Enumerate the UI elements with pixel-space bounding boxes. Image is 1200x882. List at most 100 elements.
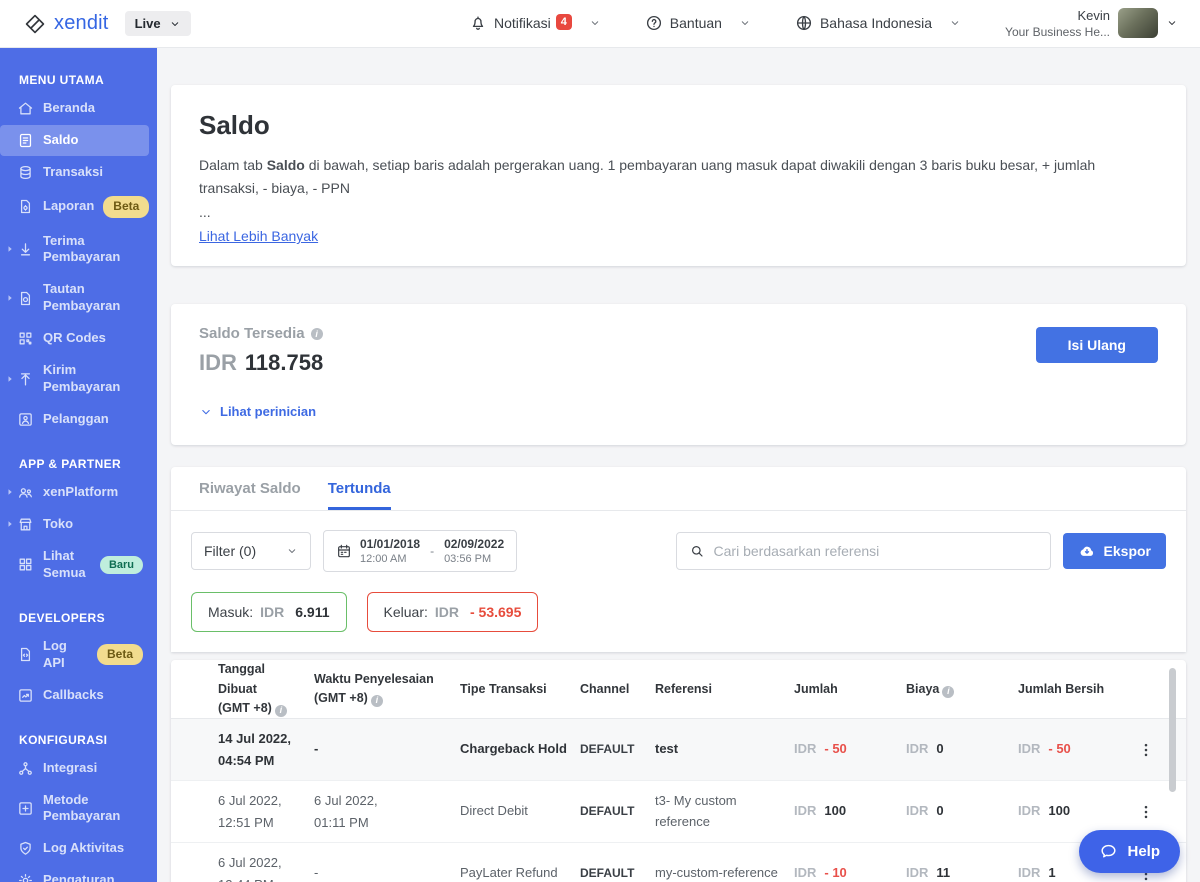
language-menu[interactable]: Bahasa Indonesia — [795, 14, 961, 32]
sidebar-item-pelanggan[interactable]: Pelanggan — [0, 404, 149, 435]
qr-code-icon — [17, 330, 34, 347]
sidebar-item-callbacks[interactable]: Callbacks — [0, 680, 149, 711]
balance-info: Saldo Tersedia i IDR118.758 Lihat perini… — [199, 325, 323, 419]
tab-riwayat-saldo[interactable]: Riwayat Saldo — [199, 467, 301, 510]
caret-right-icon — [4, 486, 16, 498]
channel-cell: DEFAULT — [580, 740, 655, 759]
net-cell: IDR100 — [1018, 801, 1121, 822]
page-title: Saldo — [199, 110, 1158, 141]
chat-bubble-icon — [1099, 842, 1118, 861]
globe-icon — [795, 14, 813, 32]
sidebar-item-log-aktivitas[interactable]: Log Aktivitas — [0, 833, 149, 864]
amount-cell: IDR- 10 — [794, 863, 906, 882]
info-icon[interactable]: i — [371, 695, 383, 707]
intro-ellipsis: ... — [199, 204, 1158, 220]
type-cell: PayLater Refund — [460, 863, 580, 882]
fee-cell: IDR0 — [906, 739, 1018, 760]
info-icon[interactable]: i — [942, 686, 954, 698]
saldo-intro-card: Saldo Dalam tab Saldo di bawah, setiap b… — [171, 85, 1186, 266]
chevron-down-icon — [199, 405, 213, 419]
environment-selector[interactable]: Live — [125, 11, 191, 36]
help-fab-button[interactable]: Help — [1079, 830, 1180, 873]
sidebar-item-kirim-pembayaran[interactable]: Kirim Pembayaran — [0, 355, 149, 403]
account-menu[interactable]: Kevin Your Business He... — [1005, 7, 1178, 41]
app-root: xendit Live Notifikasi 4 Bantuan Bahasa … — [0, 0, 1200, 882]
sidebar-item-saldo[interactable]: Saldo — [0, 125, 149, 156]
sidebar-item-transaksi[interactable]: Transaksi — [0, 157, 149, 188]
main-content: Saldo Dalam tab Saldo di bawah, setiap b… — [157, 48, 1200, 882]
balance-details-toggle[interactable]: Lihat perinician — [199, 404, 323, 419]
col-jumlah-bersih: Jumlah Bersih — [1018, 680, 1121, 699]
notifications-menu[interactable]: Notifikasi 4 — [469, 14, 601, 32]
cloud-download-icon — [1078, 542, 1096, 560]
sidebar-item-qr-codes[interactable]: QR Codes — [0, 323, 149, 354]
info-icon[interactable]: i — [311, 328, 323, 340]
callbacks-icon — [17, 687, 34, 704]
intro-description: Dalam tab Saldo di bawah, setiap baris a… — [199, 154, 1158, 200]
sidebar-item-tautan-pembayaran[interactable]: Tautan Pembayaran — [0, 274, 149, 322]
filter-bar: Filter (0) 01/01/2018 12:00 AM - 02/09/2… — [171, 511, 1186, 591]
date-range-end: 02/09/2022 03:56 PM — [444, 536, 504, 567]
sidebar-item-metode-pembayaran[interactable]: Metode Pembayaran — [0, 785, 149, 833]
inflow-summary: Masuk: IDR 6.911 — [191, 592, 347, 632]
row-actions-menu[interactable] — [1133, 799, 1159, 825]
balance-amount: IDR118.758 — [199, 350, 323, 376]
account-text: Kevin Your Business He... — [1005, 7, 1110, 41]
date-range-picker[interactable]: 01/01/2018 12:00 AM - 02/09/2022 03:56 P… — [323, 530, 517, 572]
tab-bar: Riwayat Saldo Tertunda — [171, 467, 1186, 511]
sidebar-item-log-api[interactable]: Log API Beta — [0, 631, 149, 679]
sidebar-item-integrasi[interactable]: Integrasi — [0, 753, 149, 784]
sidebar-item-toko[interactable]: Toko — [0, 509, 149, 540]
balance-value: 118.758 — [245, 350, 323, 375]
customer-icon — [17, 411, 34, 428]
grid-icon — [17, 556, 34, 573]
language-label: Bahasa Indonesia — [820, 15, 932, 31]
sidebar-section-app-partner: APP & PARTNER xenPlatform Toko Lihat Sem… — [0, 457, 157, 589]
export-button[interactable]: Ekspor — [1063, 533, 1166, 569]
inflow-value: 6.911 — [295, 604, 329, 620]
info-icon[interactable]: i — [275, 705, 287, 717]
created-cell: 14 Jul 2022,04:54 PM — [218, 728, 314, 772]
sidebar-item-pengaturan[interactable]: Pengaturan — [0, 865, 149, 882]
help-menu[interactable]: Bantuan — [645, 14, 751, 32]
search-input[interactable] — [714, 543, 1038, 559]
sidebar-item-xenplatform[interactable]: xenPlatform — [0, 477, 149, 508]
beta-badge: Beta — [97, 644, 143, 666]
top-bar: xendit Live Notifikasi 4 Bantuan Bahasa … — [0, 0, 1200, 48]
kebab-icon — [1137, 741, 1155, 759]
top-nav: Notifikasi 4 Bantuan Bahasa Indonesia Ke… — [469, 7, 1178, 41]
outflow-summary: Keluar: IDR - 53.695 — [367, 592, 539, 632]
sidebar-section-konfigurasi: KONFIGURASI Integrasi Metode Pembayaran … — [0, 733, 157, 882]
table-header-row: Tanggal Dibuat(GMT +8)i Waktu Penyelesai… — [171, 660, 1186, 719]
col-waktu-penyelesaian: Waktu Penyelesaian(GMT +8)i — [314, 670, 460, 709]
arrow-up-icon — [17, 371, 34, 388]
table-scrollbar[interactable] — [1169, 668, 1176, 792]
chevron-down-icon — [739, 17, 751, 29]
created-cell: 6 Jul 2022,12:51 PM — [218, 790, 314, 834]
reference-cell: my-custom-reference — [655, 863, 794, 882]
brand: xendit Live — [24, 11, 191, 36]
filter-dropdown[interactable]: Filter (0) — [191, 532, 311, 570]
amount-cell: IDR100 — [794, 801, 906, 822]
sidebar-item-lihat-semua[interactable]: Lihat Semua Baru — [0, 541, 149, 589]
type-cell: Chargeback Hold — [460, 739, 580, 760]
topup-button[interactable]: Isi Ulang — [1036, 327, 1158, 363]
sidebar-section-developers: DEVELOPERS Log API Beta Callbacks — [0, 611, 157, 711]
balance-label: Saldo Tersedia — [199, 325, 305, 342]
settled-cell: - — [314, 863, 460, 882]
see-more-link[interactable]: Lihat Lebih Banyak — [199, 228, 318, 244]
table-row: 6 Jul 2022,12:44 PM - PayLater Refund DE… — [171, 843, 1186, 882]
row-actions-menu[interactable] — [1133, 737, 1159, 763]
caret-right-icon — [4, 243, 16, 255]
business-name: Your Business He... — [1005, 24, 1110, 40]
sidebar-section-title: MENU UTAMA — [0, 73, 157, 93]
question-circle-icon — [645, 14, 663, 32]
type-cell: Direct Debit — [460, 801, 580, 822]
sidebar-item-beranda[interactable]: Beranda — [0, 93, 149, 124]
sidebar-item-terima-pembayaran[interactable]: Terima Pembayaran — [0, 226, 149, 274]
sidebar-section-title: APP & PARTNER — [0, 457, 157, 477]
search-container — [676, 532, 1051, 570]
sidebar-item-laporan[interactable]: Laporan Beta — [0, 189, 149, 225]
tab-tertunda[interactable]: Tertunda — [328, 467, 391, 510]
caret-right-icon — [4, 373, 16, 385]
